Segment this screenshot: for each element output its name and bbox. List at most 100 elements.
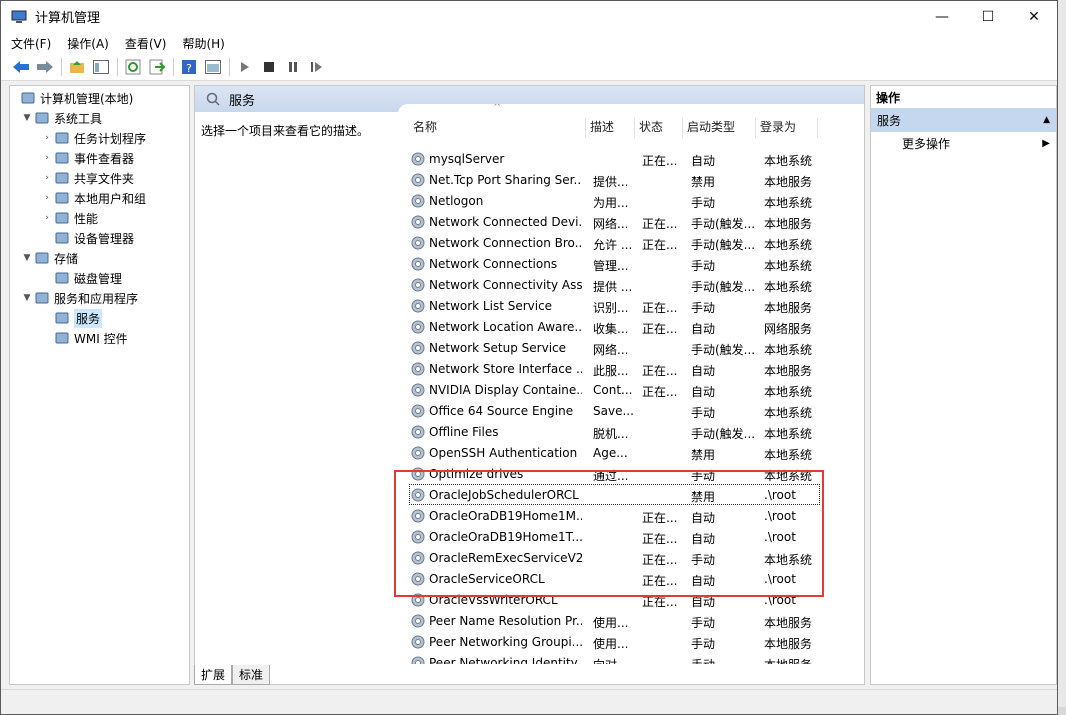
service-logon-as: 本地系统 — [764, 343, 813, 357]
table-row[interactable]: Office 64 Source Engine Save... 手动 本地系统 — [398, 401, 848, 422]
back-icon[interactable] — [11, 57, 31, 77]
expand-arrow-icon[interactable]: › — [40, 193, 54, 203]
tree-item[interactable]: ▼ 系统工具 — [20, 108, 102, 128]
expand-arrow-icon[interactable]: ▼ — [20, 253, 34, 263]
properties-icon[interactable] — [203, 57, 223, 77]
table-row[interactable]: OracleOraDB19Home1M... 正在... 自动 .\root — [398, 506, 848, 527]
tree-item[interactable]: 计算机管理(本地) — [14, 88, 133, 108]
table-row[interactable]: OracleVssWriterORCL 正在... 自动 .\root — [398, 590, 848, 611]
tree-item[interactable]: › 共享文件夹 — [40, 168, 134, 188]
tree-item[interactable]: 设备管理器 — [40, 228, 134, 248]
title-bar[interactable]: 计算机管理 — ☐ ✕ — [1, 1, 1057, 32]
service-status: 正在... — [642, 301, 678, 315]
tab-standard[interactable]: 标准 — [232, 665, 271, 685]
pause-icon[interactable] — [283, 57, 303, 77]
refresh-icon[interactable] — [123, 57, 143, 77]
column-header-log-on-as[interactable]: 登录为 — [756, 118, 818, 138]
help-icon[interactable]: ? — [179, 57, 199, 77]
table-row[interactable]: Network Setup Service 网络... 手动(触发... 本地系统 — [398, 338, 848, 359]
expand-arrow-icon[interactable]: › — [40, 173, 54, 183]
service-startup-type: 手动(触发... — [691, 217, 756, 231]
table-row[interactable]: OracleOraDB19Home1T... 正在... 自动 .\root — [398, 527, 848, 548]
tab-extended[interactable]: 扩展 — [194, 665, 233, 685]
services-table: ^ 名称 描述 状态 启动类型 登录为 mysqlServer 正在... 自动 本地… — [398, 104, 864, 664]
maximize-button[interactable]: ☐ — [965, 1, 1011, 32]
table-row[interactable]: Optimize drives 通过... 手动 本地系统 — [398, 464, 848, 485]
tree-item[interactable]: 服务 — [40, 308, 103, 328]
service-logon-as: 本地系统 — [764, 259, 813, 273]
table-row[interactable]: Network Connections 管理... 手动 本地系统 — [398, 254, 848, 275]
tree-item[interactable]: 磁盘管理 — [40, 268, 122, 288]
service-description-cell: 为用... — [593, 196, 629, 210]
resume-icon[interactable] — [307, 57, 327, 77]
service-startup-type: 自动 — [691, 574, 716, 588]
table-row[interactable]: Offline Files 脱机... 手动(触发... 本地系统 — [398, 422, 848, 443]
service-description-cell: 识别... — [593, 301, 629, 315]
table-row[interactable]: Network Connectivity Ass... 提供 ... 手动(触发..… — [398, 275, 848, 296]
column-header-name[interactable]: 名称 — [409, 118, 586, 138]
service-startup-type: 手动 — [691, 616, 716, 630]
table-row[interactable]: Network Location Aware... 收集... 正在... 自动 网络服… — [398, 317, 848, 338]
tree-item[interactable]: ▼ 服务和应用程序 — [20, 288, 138, 308]
collapse-icon[interactable]: ▲ — [1043, 115, 1050, 125]
expand-arrow-icon[interactable]: › — [40, 153, 54, 163]
expand-arrow-icon[interactable]: › — [40, 133, 54, 143]
tree-item[interactable]: › 性能 — [40, 208, 98, 228]
column-header-status[interactable]: 状态 — [635, 118, 683, 138]
menu-file[interactable]: 文件(F) — [11, 35, 51, 52]
menu-view[interactable]: 查看(V) — [125, 35, 167, 52]
service-gear-icon — [411, 173, 425, 187]
menu-help[interactable]: 帮助(H) — [182, 35, 224, 52]
table-row[interactable]: Network Store Interface ... 此服... 正在... 自动 本… — [398, 359, 848, 380]
expand-arrow-icon[interactable]: › — [40, 213, 54, 223]
toolbar: ? — [1, 54, 1057, 81]
export-icon[interactable] — [147, 57, 167, 77]
service-gear-icon — [411, 215, 425, 229]
app-icon — [11, 10, 27, 23]
tree-item[interactable]: › 任务计划程序 — [40, 128, 146, 148]
service-gear-icon — [411, 572, 425, 586]
tree-item[interactable]: › 本地用户和组 — [40, 188, 146, 208]
service-name: OracleOraDB19Home1T... — [429, 530, 582, 544]
minimize-button[interactable]: — — [919, 1, 965, 32]
tree-item[interactable]: › 事件查看器 — [40, 148, 134, 168]
actions-section-services[interactable]: 服务 ▲ — [871, 108, 1056, 132]
tree-item[interactable]: ▼ 存储 — [20, 248, 78, 268]
close-button[interactable]: ✕ — [1011, 1, 1057, 32]
service-gear-icon — [411, 509, 425, 523]
up-folder-icon[interactable] — [67, 57, 87, 77]
table-row[interactable]: Network Connected Devi... 网络... 正在... 手动(触发… — [398, 212, 848, 233]
show-tree-icon[interactable] — [91, 57, 111, 77]
service-logon-as: .\root — [764, 530, 796, 544]
table-row[interactable]: Netlogon 为用... 手动 本地系统 — [398, 191, 848, 212]
table-row[interactable]: Network List Service 识别... 正在... 手动 本地服务 — [398, 296, 848, 317]
table-row[interactable]: Peer Name Resolution Pr... 使用... 手动 本地服务 — [398, 611, 848, 632]
table-row[interactable]: OpenSSH Authentication ... Age... 禁用 本地系统 — [398, 443, 848, 464]
menu-action[interactable]: 操作(A) — [67, 35, 109, 52]
column-header-description[interactable]: 描述 — [586, 118, 635, 138]
service-startup-type: 手动(触发... — [691, 280, 756, 294]
service-description: 选择一个项目来查看它的描述。 — [201, 124, 370, 138]
clock-icon — [55, 132, 69, 144]
storage-icon — [35, 252, 49, 264]
table-row[interactable]: Peer Networking Groupi... 使用... 手动 本地服务 — [398, 632, 848, 653]
tree-item[interactable]: WMI 控件 — [40, 328, 128, 348]
table-row[interactable]: NVIDIA Display Containe... Cont... 正在... 自动… — [398, 380, 848, 401]
expand-arrow-icon[interactable]: ▼ — [20, 113, 34, 123]
stop-icon[interactable] — [259, 57, 279, 77]
service-name: OpenSSH Authentication ... — [429, 446, 582, 460]
minimize-icon: — — [935, 8, 949, 25]
table-row[interactable]: mysqlServer 正在... 自动 本地系统 — [398, 149, 848, 170]
column-header-startup-type[interactable]: 启动类型 — [683, 118, 756, 138]
table-row[interactable]: Network Connection Bro... 允许 ... 正在... 手动(触… — [398, 233, 848, 254]
service-description-cell: 管理... — [593, 259, 629, 273]
more-actions-item[interactable]: 更多操作 ▶ — [871, 132, 1056, 154]
table-row[interactable]: Peer Networking Identity... 向对... 手动本地服务 — [398, 653, 848, 664]
table-row[interactable]: Net.Tcp Port Sharing Ser... 提供... 禁用 本地服务 — [398, 170, 848, 191]
table-row[interactable]: OracleJobSchedulerORCL 禁用 .\root — [398, 484, 848, 506]
play-icon[interactable] — [235, 57, 255, 77]
forward-icon[interactable] — [35, 57, 55, 77]
table-row[interactable]: OracleServiceORCL 正在... 自动 .\root — [398, 569, 848, 590]
table-row[interactable]: OracleRemExecServiceV2 正在... 手动 本地系统 — [398, 548, 848, 569]
expand-arrow-icon[interactable]: ▼ — [20, 293, 34, 303]
